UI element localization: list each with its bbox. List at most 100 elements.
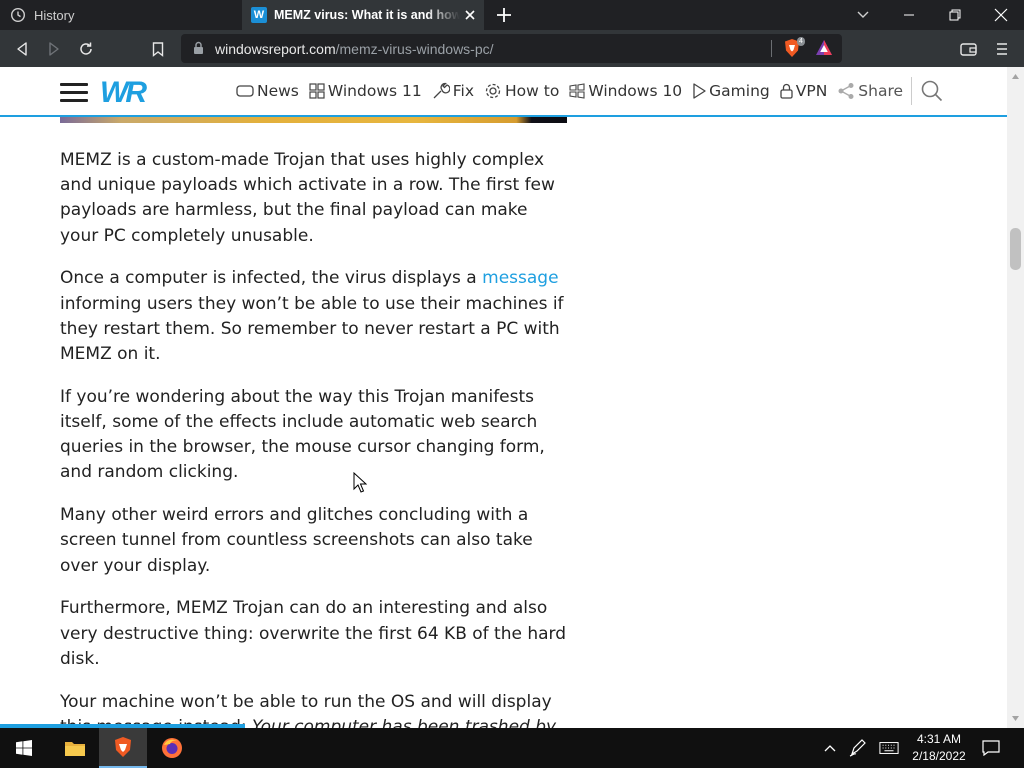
nav-vpn[interactable]: VPN [780, 82, 828, 100]
close-tab-icon[interactable] [462, 7, 478, 23]
back-button[interactable] [11, 38, 33, 60]
lock-icon [780, 83, 793, 99]
article-paragraph: Once a computer is infected, the virus d… [60, 266, 570, 367]
tray-keyboard-button[interactable] [879, 738, 899, 758]
nav-share[interactable]: Share [837, 82, 903, 100]
news-icon [236, 85, 254, 97]
scroll-thumb[interactable] [1010, 228, 1021, 270]
wrench-icon [433, 82, 450, 99]
forward-icon [49, 42, 59, 56]
nav-fix[interactable]: Fix [432, 82, 474, 100]
brave-browser-icon [115, 737, 131, 757]
pen-icon [849, 739, 866, 757]
browser-toolbar: windowsreport.com/memz-virus-windows-pc/… [0, 30, 1024, 67]
nav-gaming[interactable]: Gaming [692, 82, 770, 100]
tray-pen-button[interactable] [848, 738, 868, 758]
wallet-icon [959, 43, 977, 56]
nav-how-to[interactable]: How to [484, 82, 559, 100]
text-span: Once a computer is infected, the virus d… [60, 268, 483, 289]
share-icon [838, 83, 854, 99]
page-scrollbar[interactable] [1007, 67, 1024, 728]
reload-button[interactable] [75, 38, 97, 60]
nav-label: Windows 10 [588, 82, 683, 100]
menu-button[interactable] [991, 38, 1013, 60]
minimize-button[interactable] [886, 0, 932, 30]
restore-icon [949, 9, 961, 21]
url-separator [771, 40, 772, 57]
tab-label: History [34, 7, 75, 23]
close-icon [994, 8, 1008, 22]
nav-windows-10[interactable]: Windows 10 [569, 82, 682, 100]
shields-count-badge: 4 [797, 37, 805, 46]
nav-label: Gaming [709, 82, 770, 100]
taskbar-file-explorer[interactable] [51, 728, 99, 768]
search-icon[interactable] [920, 79, 944, 103]
url-text: windowsreport.com/memz-virus-windows-pc/ [215, 41, 494, 57]
windows-icon [309, 83, 325, 99]
site-menu-icon[interactable] [60, 83, 88, 103]
windowsreport-favicon: W [251, 7, 267, 23]
site-header: WR News Windows 11 Fix How to Windows 10… [0, 67, 1007, 117]
taskbar-clock[interactable]: 4:31 AM 2/18/2022 [906, 731, 972, 765]
tab-search-button[interactable] [840, 0, 886, 30]
nav-label: Windows 11 [327, 82, 422, 100]
nav-label: News [257, 82, 299, 100]
clock-date: 2/18/2022 [912, 749, 966, 763]
start-button[interactable] [0, 728, 48, 768]
nav-label: Fix [452, 82, 475, 100]
new-tab-icon[interactable] [494, 5, 514, 25]
mouse-cursor-icon [353, 472, 367, 493]
nav-label: How to [505, 82, 560, 100]
bookmark-button[interactable] [147, 38, 169, 60]
tab-strip: History W MEMZ virus: What it is and how… [0, 0, 1024, 30]
clock-time: 4:31 AM [916, 732, 962, 746]
windows-icon [569, 83, 585, 99]
message-link[interactable]: message [482, 268, 558, 288]
minimize-icon [904, 14, 914, 16]
article-image-bottom [60, 117, 567, 123]
play-icon [693, 83, 706, 99]
chevron-down-icon [857, 11, 869, 18]
windows-taskbar: 4:31 AM 2/18/2022 [0, 728, 1024, 768]
nav-windows-11[interactable]: Windows 11 [309, 82, 422, 100]
site-nav: News Windows 11 Fix How to Windows 10 Ga… [236, 67, 913, 115]
gear-icon [485, 83, 501, 99]
tray-overflow-button[interactable] [820, 738, 840, 758]
text-span: informing users they won’t be able to us… [60, 293, 564, 365]
article-paragraph: Furthermore, MEMZ Trojan can do an inter… [60, 598, 567, 669]
action-center-button[interactable] [981, 738, 1001, 758]
url-path: /memz-virus-windows-pc/ [335, 41, 494, 57]
folder-icon [65, 742, 85, 756]
article-body: MEMZ is a custom-made Trojan that uses h… [60, 148, 570, 758]
windows-start-icon [16, 740, 32, 756]
wallet-button[interactable] [957, 38, 979, 60]
bookmark-icon [152, 41, 164, 57]
restore-button[interactable] [932, 0, 978, 30]
site-logo[interactable]: WR [100, 76, 147, 110]
url-domain: windowsreport.com [215, 41, 336, 57]
history-icon [10, 7, 26, 23]
taskbar-brave-browser[interactable] [99, 728, 147, 768]
tab-label: MEMZ virus: What it is and how to remove… [274, 8, 460, 22]
tab-memz-article[interactable]: W MEMZ virus: What it is and how to remo… [242, 0, 484, 30]
scroll-down-icon[interactable] [1011, 714, 1020, 723]
nav-label: Share [858, 82, 904, 100]
article-paragraph: MEMZ is a custom-made Trojan that uses h… [60, 150, 555, 246]
close-window-button[interactable] [978, 0, 1024, 30]
tab-history[interactable]: History [0, 0, 242, 30]
hamburger-menu-icon [997, 43, 1007, 55]
brave-rewards-icon[interactable] [815, 39, 833, 57]
address-bar[interactable]: windowsreport.com/memz-virus-windows-pc/… [181, 34, 842, 63]
chevron-up-icon [824, 745, 836, 752]
forward-button[interactable] [43, 38, 65, 60]
taskbar-firefox[interactable] [148, 728, 196, 768]
article-paragraph: Many other weird errors and glitches con… [60, 505, 533, 576]
notification-icon [982, 740, 1000, 756]
nav-news[interactable]: News [236, 82, 299, 100]
article-paragraph: If you’re wondering about the way this T… [60, 386, 545, 483]
scroll-up-icon[interactable] [1011, 72, 1020, 81]
back-icon [17, 42, 27, 56]
nav-label: VPN [795, 82, 828, 100]
keyboard-icon [879, 742, 899, 754]
lock-icon [194, 41, 203, 54]
